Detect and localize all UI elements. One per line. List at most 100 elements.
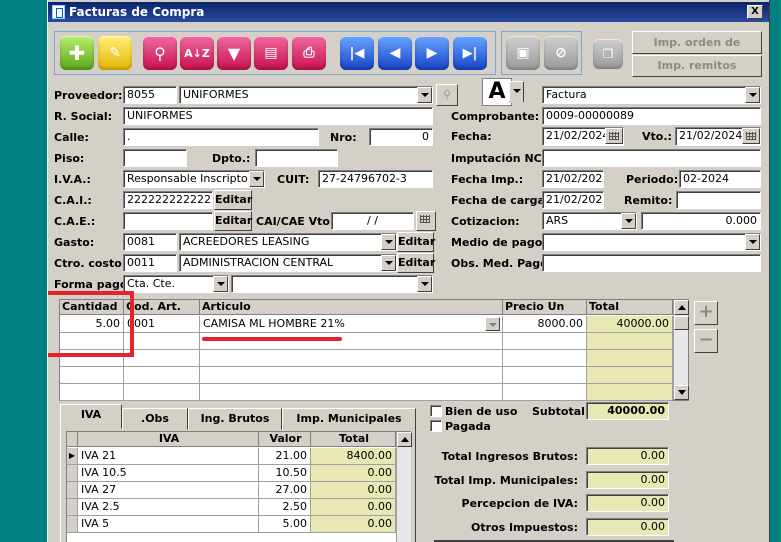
- forma-pago-secondary-select[interactable]: [231, 275, 433, 293]
- proveedor-select[interactable]: UNIFORMES: [179, 86, 433, 104]
- empty-cell[interactable]: [200, 333, 503, 350]
- col-total-header[interactable]: Total: [587, 300, 673, 315]
- next-record-button[interactable]: ▶: [415, 36, 449, 70]
- imp-remitos-button[interactable]: Imp. remitos: [632, 55, 762, 77]
- tab-obs[interactable]: .Obs: [122, 408, 188, 430]
- iva-select[interactable]: Responsable Inscripto: [123, 170, 265, 188]
- imp-orden-compra-button[interactable]: Imp. orden de compra: [632, 31, 762, 70]
- fecha-input[interactable]: 21/02/2024: [542, 127, 624, 146]
- search-button[interactable]: ⚲: [143, 36, 177, 70]
- chevron-down-icon[interactable]: [417, 276, 432, 292]
- empty-cell[interactable]: [503, 350, 587, 367]
- proveedor-search-button[interactable]: ⚲: [436, 84, 458, 106]
- medio-pago-select[interactable]: [542, 233, 761, 251]
- imputacion-nc-input[interactable]: [542, 149, 761, 167]
- report-button[interactable]: ▤: [254, 36, 288, 70]
- iva-valor-cell[interactable]: 27.00: [259, 482, 311, 499]
- remito-input[interactable]: [676, 191, 761, 209]
- add-row-button[interactable]: +: [694, 301, 718, 325]
- chevron-down-icon[interactable]: [745, 234, 760, 250]
- iva-valor-cell[interactable]: 5.00: [259, 516, 311, 533]
- empty-cell[interactable]: [200, 384, 503, 401]
- dpto-input[interactable]: [255, 149, 338, 167]
- chevron-down-icon[interactable]: [381, 255, 396, 271]
- empty-cell[interactable]: [503, 384, 587, 401]
- cancel-button[interactable]: ⊘: [544, 36, 578, 70]
- copy-button[interactable]: ❐: [593, 39, 623, 69]
- gasto-code-input[interactable]: 0081: [123, 233, 177, 251]
- empty-cell[interactable]: [587, 350, 673, 367]
- iva-iva-cell[interactable]: IVA 10.5: [78, 465, 259, 482]
- iva-iva-cell[interactable]: IVA 5: [78, 516, 259, 533]
- fecha-carga-input[interactable]: 21/02/2024: [542, 191, 604, 209]
- cai-editar-button[interactable]: Editar: [214, 190, 252, 210]
- sort-button[interactable]: A↓Z: [180, 36, 214, 70]
- empty-cell[interactable]: [60, 367, 124, 384]
- cotizacion-input[interactable]: 0.000: [641, 212, 761, 230]
- cuit-input[interactable]: 27-24796702-3: [318, 170, 433, 188]
- proveedor-code-input[interactable]: 8055: [123, 86, 177, 104]
- cai-input[interactable]: 22222222222222: [123, 191, 213, 209]
- caicae-vto-calendar-button[interactable]: [416, 211, 436, 231]
- ctro-costo-editar-button[interactable]: Editar: [397, 253, 435, 273]
- items-grid[interactable]: Cantidad Cod. Art. Articulo Precio Un To…: [59, 299, 689, 401]
- empty-cell[interactable]: [587, 384, 673, 401]
- cae-input[interactable]: [123, 212, 213, 230]
- empty-cell[interactable]: [587, 333, 673, 350]
- piso-input[interactable]: [123, 149, 187, 167]
- caicae-vto-input[interactable]: / /: [331, 212, 414, 230]
- edit-button[interactable]: ✎: [98, 36, 132, 70]
- periodo-input[interactable]: 02-2024: [679, 170, 761, 188]
- forma-pago-select[interactable]: Cta. Cte.: [123, 275, 229, 293]
- filter-button[interactable]: ▼: [217, 36, 251, 70]
- iva-valor-cell[interactable]: 21.00: [259, 448, 311, 465]
- last-record-button[interactable]: ▶|: [453, 36, 487, 70]
- iva-total-cell[interactable]: 0.00: [311, 499, 396, 516]
- iva-iva-cell[interactable]: IVA 21: [78, 448, 259, 465]
- comprobante-input[interactable]: 0009-00000089: [542, 107, 761, 125]
- iva-total-cell[interactable]: 0.00: [311, 465, 396, 482]
- gasto-editar-button[interactable]: Editar: [397, 232, 435, 252]
- col-cod-art-header[interactable]: Cod. Art.: [124, 300, 200, 315]
- moneda-select[interactable]: ARS: [542, 212, 637, 230]
- iva-iva-cell[interactable]: IVA 2.5: [78, 499, 259, 516]
- calendar-icon[interactable]: [742, 128, 760, 144]
- chevron-down-icon[interactable]: [417, 87, 432, 103]
- calle-input[interactable]: .: [123, 128, 319, 146]
- chevron-down-icon[interactable]: [381, 234, 396, 250]
- col-iva-header[interactable]: IVA: [78, 432, 259, 447]
- previous-record-button[interactable]: ◀: [378, 36, 412, 70]
- chevron-down-icon[interactable]: [485, 317, 500, 331]
- add-button[interactable]: ✚: [60, 36, 94, 70]
- iva-valor-cell[interactable]: 2.50: [259, 499, 311, 516]
- gasto-select[interactable]: ACREEDORES LEASING: [179, 233, 397, 251]
- iva-valor-cell[interactable]: 10.50: [259, 465, 311, 482]
- scroll-down-button[interactable]: [674, 385, 689, 400]
- empty-cell[interactable]: [124, 367, 200, 384]
- first-record-button[interactable]: |◀: [340, 36, 374, 70]
- calendar-icon[interactable]: [605, 128, 623, 144]
- nro-input[interactable]: 0: [369, 128, 433, 146]
- rsocial-input[interactable]: UNIFORMES: [123, 107, 433, 125]
- scroll-thumb[interactable]: [674, 316, 689, 330]
- col-articulo-header[interactable]: Articulo: [200, 300, 503, 315]
- tipo-comprobante-select[interactable]: Factura: [542, 86, 761, 104]
- cae-editar-button[interactable]: Editar: [214, 211, 252, 231]
- empty-cell[interactable]: [200, 350, 503, 367]
- print-button[interactable]: ⎙: [292, 36, 326, 70]
- precio-cell[interactable]: 8000.00: [503, 316, 587, 333]
- ctro-costo-code-input[interactable]: 0011: [123, 254, 177, 272]
- close-button[interactable]: X: [747, 5, 763, 19]
- obs-med-pago-input[interactable]: [542, 254, 761, 272]
- tab-iva[interactable]: IVA: [60, 404, 122, 429]
- empty-cell[interactable]: [503, 367, 587, 384]
- chevron-down-icon[interactable]: [213, 276, 228, 292]
- scroll-up-button[interactable]: [674, 300, 689, 315]
- empty-cell[interactable]: [124, 333, 200, 350]
- save-button[interactable]: ▣: [506, 36, 540, 70]
- scroll-up-button[interactable]: [397, 432, 412, 447]
- empty-cell[interactable]: [587, 367, 673, 384]
- chevron-down-icon[interactable]: [621, 213, 636, 229]
- empty-cell[interactable]: [124, 350, 200, 367]
- vto-input[interactable]: 21/02/2024: [675, 127, 761, 146]
